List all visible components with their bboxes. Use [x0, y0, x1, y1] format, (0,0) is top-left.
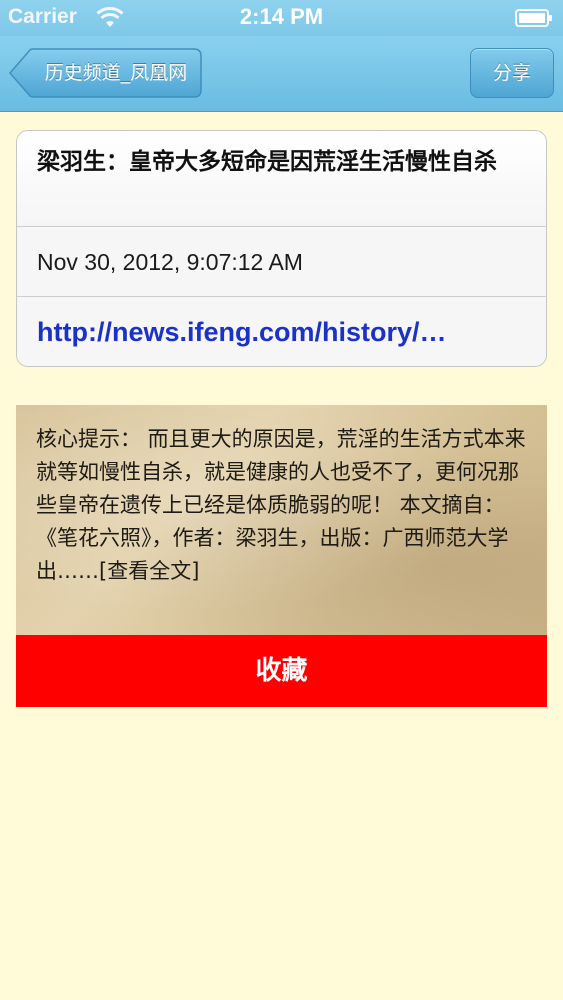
battery-icon — [515, 9, 552, 27]
article-link[interactable]: http://news.ifeng.com/history/… — [37, 297, 537, 366]
summary-text[interactable]: 核心提示： 而且更大的原因是，荒淫的生活方式本来就等如慢性自杀，就是健康的人也受… — [36, 423, 536, 588]
back-button-label: 历史频道_凤凰网 — [44, 62, 188, 84]
status-time: 2:14 PM — [239, 4, 324, 29]
back-button[interactable]: 历史频道_凤凰网 — [8, 48, 202, 98]
link-row[interactable]: http://news.ifeng.com/history/… — [17, 297, 546, 366]
share-button[interactable]: 分享 — [470, 48, 554, 98]
navigation-bar: 历史频道_凤凰网 分享 — [0, 36, 563, 112]
favorite-button[interactable]: 收藏 — [16, 635, 547, 707]
date-row: Nov 30, 2012, 9:07:12 AM — [17, 227, 546, 297]
article-date: Nov 30, 2012, 9:07:12 AM — [37, 249, 303, 275]
article-info-card: 梁羽生：皇帝大多短命是因荒淫生活慢性自杀 Nov 30, 2012, 9:07:… — [16, 130, 547, 367]
title-row: 梁羽生：皇帝大多短命是因荒淫生活慢性自杀 — [17, 131, 546, 227]
status-bar: Carrier 2:14 PM — [0, 0, 563, 36]
summary-box: 核心提示： 而且更大的原因是，荒淫的生活方式本来就等如慢性自杀，就是健康的人也受… — [16, 405, 547, 635]
article-title: 梁羽生：皇帝大多短命是因荒淫生活慢性自杀 — [37, 149, 497, 175]
